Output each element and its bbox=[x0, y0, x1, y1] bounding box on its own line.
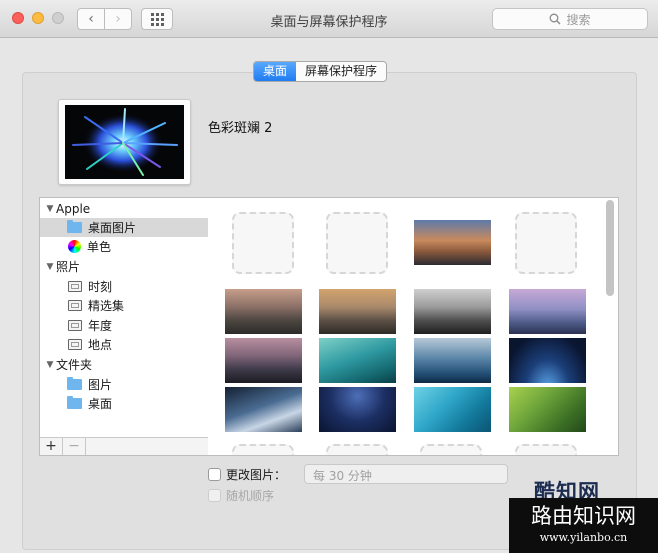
sidebar-item-label: 图片 bbox=[88, 378, 113, 392]
sidebar-item-places[interactable]: 地点 bbox=[40, 335, 208, 354]
wallpaper-thumbnail[interactable] bbox=[414, 387, 491, 432]
sidebar-item-moments[interactable]: 时刻 bbox=[40, 277, 208, 296]
wallpaper-loading-placeholder[interactable] bbox=[326, 212, 388, 274]
watermark-title: 路由知识网 bbox=[531, 504, 636, 528]
sidebar-item-years[interactable]: 年度 bbox=[40, 316, 208, 335]
album-icon bbox=[68, 281, 82, 292]
random-order-option[interactable]: 随机顺序 bbox=[208, 487, 274, 504]
group-label: 照片 bbox=[56, 260, 81, 274]
album-icon bbox=[68, 320, 82, 331]
sidebar-item-desktop-pictures[interactable]: 桌面图片 bbox=[40, 218, 208, 237]
wallpaper-thumbnail[interactable] bbox=[225, 289, 302, 334]
wallpaper-loading-placeholder[interactable] bbox=[515, 444, 577, 455]
sidebar-item-label: 精选集 bbox=[88, 299, 125, 313]
zoom-window-button[interactable] bbox=[52, 12, 64, 24]
random-order-checkbox[interactable] bbox=[208, 489, 221, 502]
wallpaper-thumbnail[interactable] bbox=[225, 338, 302, 383]
change-picture-label: 更改图片： bbox=[226, 468, 287, 482]
group-label: Apple bbox=[56, 201, 91, 216]
chevron-left-icon: ‹ bbox=[88, 11, 94, 27]
wallpaper-loading-placeholder[interactable] bbox=[515, 212, 577, 274]
remove-folder-button[interactable]: − bbox=[63, 438, 86, 455]
change-interval-select[interactable]: 每 30 分钟 bbox=[304, 464, 508, 484]
current-wallpaper-preview bbox=[58, 99, 191, 185]
wallpaper-thumbnail[interactable] bbox=[414, 338, 491, 383]
sidebar-item-label: 时刻 bbox=[88, 280, 113, 294]
source-list: ▼ Apple 桌面图片 单色 ▼ 照片 时刻 精选集 年度 地点 ▼ 文件夹 图片 … bbox=[39, 197, 209, 456]
sidebar-item-pictures[interactable]: 图片 bbox=[40, 375, 208, 394]
color-wheel-icon bbox=[68, 240, 81, 253]
minimize-window-button[interactable] bbox=[32, 12, 44, 24]
album-icon bbox=[68, 300, 82, 311]
wallpaper-grid bbox=[208, 197, 619, 456]
group-photos[interactable]: ▼ 照片 bbox=[40, 257, 208, 276]
search-field[interactable]: 搜索 bbox=[492, 8, 648, 30]
wallpaper-thumbnail[interactable] bbox=[509, 387, 586, 432]
sidebar-item-label: 桌面图片 bbox=[88, 221, 137, 235]
wallpaper-thumbnail[interactable] bbox=[225, 387, 302, 432]
wallpaper-thumbnail[interactable] bbox=[319, 289, 396, 334]
sidebar-item-label: 地点 bbox=[88, 338, 113, 352]
folder-icon bbox=[67, 220, 82, 233]
back-button[interactable]: ‹ bbox=[77, 8, 105, 30]
tab-control: 桌面 屏幕保护程序 bbox=[253, 61, 388, 82]
forward-button[interactable]: › bbox=[104, 8, 132, 30]
chevron-right-icon: › bbox=[115, 11, 121, 27]
wallpaper-loading-placeholder[interactable] bbox=[326, 444, 388, 455]
wallpaper-thumbnail[interactable] bbox=[414, 289, 491, 334]
watermark-url: www.yilanbo.cn bbox=[539, 531, 628, 544]
close-window-button[interactable] bbox=[12, 12, 24, 24]
title-bar: ‹ › 桌面与屏幕保护程序 搜索 bbox=[0, 0, 658, 38]
sidebar-item-label: 单色 bbox=[87, 240, 112, 254]
tab-screensaver[interactable]: 屏幕保护程序 bbox=[296, 62, 386, 81]
search-placeholder: 搜索 bbox=[566, 12, 591, 27]
group-apple[interactable]: ▼ Apple bbox=[40, 199, 208, 218]
wallpaper-thumbnail[interactable] bbox=[414, 220, 491, 265]
sidebar-item-collections[interactable]: 精选集 bbox=[40, 296, 208, 315]
sidebar-item-desktop[interactable]: 桌面 bbox=[40, 394, 208, 413]
folder-icon bbox=[67, 377, 82, 390]
folder-icon bbox=[67, 396, 82, 409]
sidebar-item-solid-colors[interactable]: 单色 bbox=[40, 237, 208, 256]
change-picture-option[interactable]: 更改图片： bbox=[208, 466, 286, 483]
album-icon bbox=[68, 339, 82, 350]
wallpaper-thumbnail[interactable] bbox=[509, 289, 586, 334]
sidebar-item-label: 桌面 bbox=[88, 397, 113, 411]
sidebar-item-label: 年度 bbox=[88, 319, 113, 333]
wallpaper-name: 色彩斑斓 2 bbox=[208, 121, 273, 136]
source-list-footer: + − bbox=[40, 437, 208, 455]
show-all-button[interactable] bbox=[141, 8, 173, 30]
wallpaper-preview-image bbox=[65, 105, 184, 179]
disclosure-triangle-icon[interactable]: ▼ bbox=[44, 262, 56, 272]
disclosure-triangle-icon[interactable]: ▼ bbox=[44, 204, 56, 214]
wallpaper-thumbnail[interactable] bbox=[509, 338, 586, 383]
random-order-label: 随机顺序 bbox=[226, 489, 275, 503]
grid-icon bbox=[150, 12, 164, 26]
group-label: 文件夹 bbox=[56, 358, 93, 372]
group-folders[interactable]: ▼ 文件夹 bbox=[40, 355, 208, 374]
wallpaper-thumbnail[interactable] bbox=[319, 338, 396, 383]
wallpaper-loading-placeholder[interactable] bbox=[232, 212, 294, 274]
wallpaper-loading-placeholder[interactable] bbox=[232, 444, 294, 455]
search-icon bbox=[550, 13, 561, 25]
vertical-scrollbar[interactable] bbox=[606, 200, 614, 296]
tab-desktop[interactable]: 桌面 bbox=[254, 62, 297, 81]
wallpaper-loading-placeholder[interactable] bbox=[420, 444, 482, 455]
disclosure-triangle-icon[interactable]: ▼ bbox=[44, 360, 56, 370]
change-picture-checkbox[interactable] bbox=[208, 468, 221, 481]
add-folder-button[interactable]: + bbox=[40, 438, 63, 455]
wallpaper-thumbnail[interactable] bbox=[319, 387, 396, 432]
